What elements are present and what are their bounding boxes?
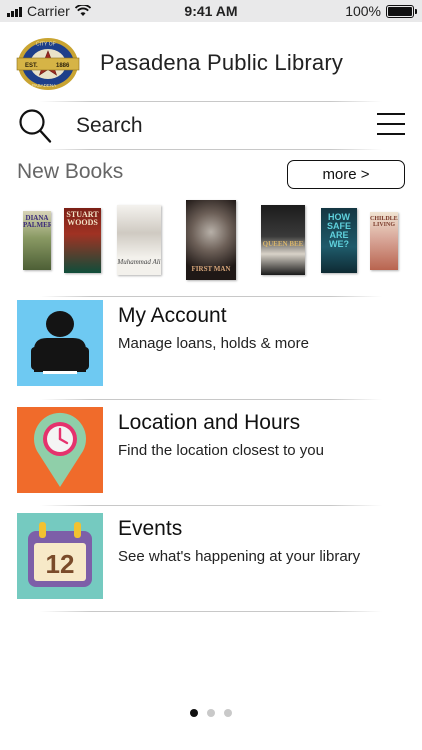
menu-item-subtitle: Find the location closest to you — [118, 442, 324, 459]
svg-text:PASADENA: PASADENA — [32, 83, 56, 88]
events-tile: 12 — [17, 513, 103, 599]
menu-item-events[interactable]: 12 Events See what's happening at your l… — [0, 513, 422, 603]
new-books-heading: New Books — [17, 160, 124, 183]
svg-text:CITY OF: CITY OF — [36, 42, 56, 48]
more-books-button[interactable]: more > — [287, 160, 405, 189]
divider — [40, 296, 382, 297]
user-icon — [31, 311, 89, 374]
city-seal-logo: EST. 1886 CITY OF PASADENA — [16, 38, 80, 90]
search-icon[interactable] — [18, 108, 52, 144]
page-dot[interactable] — [224, 709, 232, 717]
calendar-icon: 12 — [28, 522, 92, 587]
divider — [40, 505, 382, 506]
divider — [40, 149, 382, 150]
page-indicator[interactable] — [0, 709, 422, 717]
menu-item-subtitle: Manage loans, holds & more — [118, 335, 309, 352]
menu-item-location-hours[interactable]: Location and Hours Find the location clo… — [0, 407, 422, 497]
menu-item-title: My Account — [118, 304, 227, 327]
book-cover[interactable]: HOW SAFE ARE WE? — [321, 208, 357, 273]
book-cover[interactable]: DIANA PALMER — [23, 211, 51, 270]
account-tile — [17, 300, 103, 386]
map-pin-clock-icon — [34, 412, 86, 487]
app-header: EST. 1886 CITY OF PASADENA Pasadena Publ… — [0, 28, 422, 98]
divider — [40, 101, 382, 102]
svg-text:EST.: EST. — [25, 63, 38, 69]
location-tile — [17, 407, 103, 493]
battery-percent: 100% — [345, 3, 381, 19]
menu-item-subtitle: See what's happening at your library — [118, 548, 361, 565]
page-dot[interactable] — [207, 709, 215, 717]
calendar-day: 12 — [46, 549, 75, 579]
library-title: Pasadena Public Library — [100, 50, 344, 75]
search-input[interactable]: Search — [76, 114, 143, 138]
battery-icon — [386, 4, 417, 18]
page-dot[interactable] — [190, 709, 198, 717]
hamburger-menu-icon[interactable] — [377, 113, 405, 135]
book-cover[interactable]: QUEEN BEE — [261, 205, 305, 275]
divider — [40, 399, 382, 400]
svg-text:1886: 1886 — [56, 63, 70, 69]
status-bar: Carrier 9:41 AM 100% — [0, 0, 422, 22]
book-cover[interactable]: STUART WOODS — [64, 208, 101, 273]
book-cover[interactable]: CHILDLESS LIVING — [370, 212, 398, 270]
menu-item-title: Location and Hours — [118, 411, 301, 434]
book-cover[interactable]: FIRST MAN — [186, 200, 236, 280]
search-bar[interactable]: Search — [0, 104, 422, 148]
menu-item-my-account[interactable]: My Account Manage loans, holds & more — [0, 300, 422, 390]
book-cover[interactable]: Muhammad Ali — [117, 205, 161, 275]
menu-item-title: Events — [118, 517, 183, 540]
divider — [40, 611, 382, 612]
